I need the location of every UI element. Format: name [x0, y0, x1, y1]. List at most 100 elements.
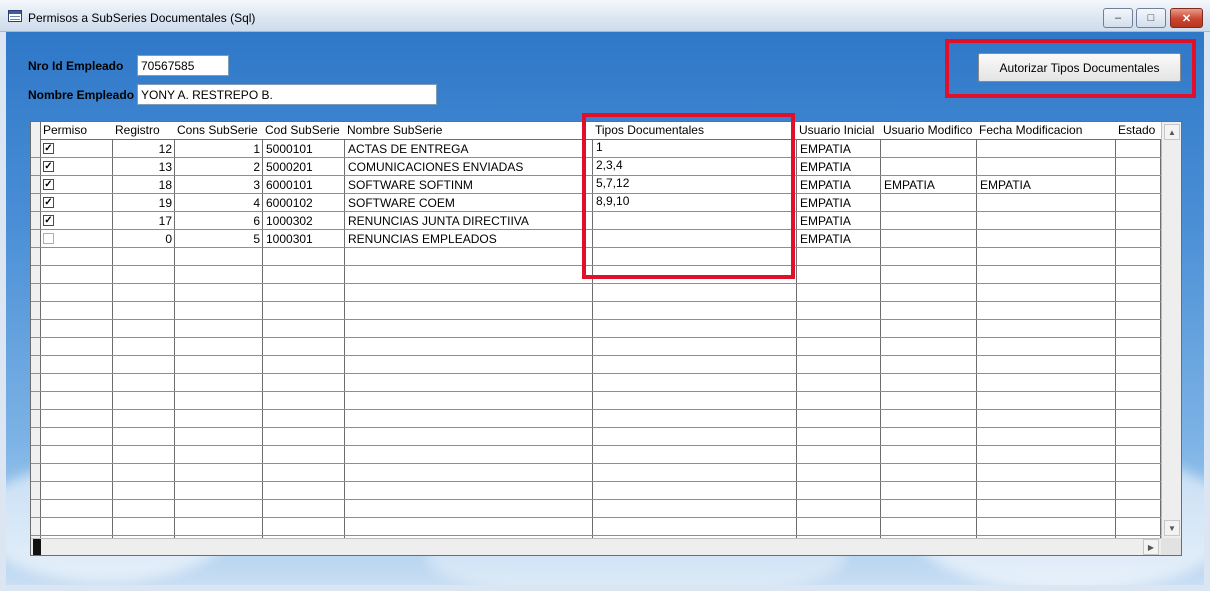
permiso-checkbox[interactable]: ✓	[43, 215, 54, 226]
scrollbar-corner	[1161, 538, 1181, 555]
table-cell-cons[interactable]: 1	[175, 140, 263, 158]
authorize-document-types-button[interactable]: Autorizar Tipos Documentales	[978, 53, 1181, 82]
horizontal-scrollbar[interactable]: ▶	[31, 538, 1161, 555]
table-cell-registro[interactable]: 12	[113, 140, 175, 158]
table-row[interactable]	[31, 248, 1161, 266]
scroll-down-icon[interactable]: ▼	[1164, 520, 1180, 536]
table-cell-tipos[interactable]: 5,7,12	[593, 176, 797, 194]
table-cell-registro[interactable]: 18	[113, 176, 175, 194]
table-cell-tipos[interactable]	[593, 230, 797, 248]
column-header[interactable]: Permiso	[41, 122, 113, 140]
column-header[interactable]: Cons SubSerie	[175, 122, 263, 140]
subseries-grid[interactable]: Permiso Registro Cons SubSerie Cod SubSerie…	[30, 121, 1182, 556]
permiso-checkbox[interactable]: ✓	[43, 197, 54, 208]
table-row[interactable]	[31, 428, 1161, 446]
table-cell-nombre[interactable]: SOFTWARE COEM	[345, 194, 593, 212]
table-row[interactable]	[31, 356, 1161, 374]
scroll-right-icon[interactable]: ▶	[1143, 539, 1159, 555]
table-cell-cons[interactable]: 4	[175, 194, 263, 212]
table-cell-usuario-inicial[interactable]: EMPATIA	[797, 140, 881, 158]
table-cell-tipos[interactable]: 8,9,10	[593, 194, 797, 212]
table-row[interactable]	[31, 518, 1161, 536]
permiso-checkbox[interactable]: ✓	[43, 161, 54, 172]
table-cell-usuario-modifico[interactable]: EMPATIA	[881, 176, 977, 194]
permiso-checkbox[interactable]	[43, 233, 54, 244]
column-header[interactable]: Registro	[113, 122, 175, 140]
table-cell-usuario-modifico[interactable]	[881, 140, 977, 158]
table-row[interactable]	[31, 482, 1161, 500]
table-cell-usuario-modifico[interactable]	[881, 158, 977, 176]
table-row[interactable]	[31, 392, 1161, 410]
table-cell-cons[interactable]: 3	[175, 176, 263, 194]
table-cell-cod[interactable]: 5000201	[263, 158, 345, 176]
table-cell-nombre[interactable]: RENUNCIAS EMPLEADOS	[345, 230, 593, 248]
table-row[interactable]	[31, 410, 1161, 428]
table-cell-tipos[interactable]: 2,3,4	[593, 158, 797, 176]
table-row[interactable]	[31, 374, 1161, 392]
table-cell-fecha[interactable]: EMPATIA	[977, 176, 1116, 194]
table-cell-usuario-modifico[interactable]	[881, 212, 977, 230]
table-cell-nombre[interactable]: ACTAS DE ENTREGA	[345, 140, 593, 158]
column-header[interactable]: Nombre SubSerie	[345, 122, 593, 140]
table-cell-usuario-inicial[interactable]: EMPATIA	[797, 194, 881, 212]
table-cell-cons[interactable]: 2	[175, 158, 263, 176]
table-row[interactable]	[31, 284, 1161, 302]
table-cell-registro[interactable]: 17	[113, 212, 175, 230]
table-cell-cod[interactable]: 1000302	[263, 212, 345, 230]
table-cell-cod[interactable]: 6000102	[263, 194, 345, 212]
scroll-up-icon[interactable]: ▲	[1164, 124, 1180, 140]
employee-name-label: Nombre Empleado	[28, 88, 135, 102]
table-cell-tipos[interactable]	[593, 212, 797, 230]
table-cell-usuario-inicial[interactable]: EMPATIA	[797, 176, 881, 194]
table-cell-registro[interactable]: 19	[113, 194, 175, 212]
minimize-button[interactable]: –	[1103, 8, 1133, 28]
table-cell-fecha[interactable]	[977, 230, 1116, 248]
table-cell-cod[interactable]: 1000301	[263, 230, 345, 248]
table-cell-usuario-modifico[interactable]	[881, 230, 977, 248]
table-cell-tipos[interactable]: 1	[593, 140, 797, 158]
id-employee-field[interactable]: 70567585	[137, 55, 229, 76]
table-cell-registro[interactable]: 13	[113, 158, 175, 176]
table-row[interactable]	[31, 338, 1161, 356]
column-header[interactable]: Usuario Modifico	[881, 122, 977, 140]
table-cell-cons[interactable]: 5	[175, 230, 263, 248]
table-cell-usuario-inicial[interactable]: EMPATIA	[797, 158, 881, 176]
table-cell-fecha[interactable]	[977, 194, 1116, 212]
table-cell-nombre[interactable]: SOFTWARE SOFTINM	[345, 176, 593, 194]
scroll-left-icon[interactable]	[33, 539, 41, 555]
close-icon: ✕	[1181, 12, 1192, 25]
table-row[interactable]	[31, 500, 1161, 518]
maximize-button[interactable]: □	[1136, 8, 1166, 28]
vertical-scrollbar[interactable]: ▲ ▼	[1161, 122, 1181, 538]
close-button[interactable]: ✕	[1170, 8, 1203, 28]
table-row[interactable]	[31, 446, 1161, 464]
window-title: Permisos a SubSeries Documentales (Sql)	[28, 11, 256, 25]
minimize-icon: –	[1114, 12, 1122, 24]
permiso-checkbox[interactable]: ✓	[43, 143, 54, 154]
table-row[interactable]	[31, 320, 1161, 338]
table-icon	[8, 10, 22, 22]
table-cell-fecha[interactable]	[977, 158, 1116, 176]
table-cell-usuario-inicial[interactable]: EMPATIA	[797, 212, 881, 230]
table-cell-usuario-inicial[interactable]: EMPATIA	[797, 230, 881, 248]
permiso-checkbox[interactable]: ✓	[43, 179, 54, 190]
table-cell-cod[interactable]: 6000101	[263, 176, 345, 194]
table-cell-cons[interactable]: 6	[175, 212, 263, 230]
table-cell-nombre[interactable]: RENUNCIAS JUNTA DIRECTIIVA	[345, 212, 593, 230]
table-row[interactable]	[31, 302, 1161, 320]
table-cell-cod[interactable]: 5000101	[263, 140, 345, 158]
column-header[interactable]: Cod SubSerie	[263, 122, 345, 140]
column-header[interactable]: Estado	[1116, 122, 1161, 140]
table-cell-fecha[interactable]	[977, 212, 1116, 230]
table-cell-usuario-modifico[interactable]	[881, 194, 977, 212]
maximize-icon: □	[1147, 12, 1155, 24]
table-row[interactable]	[31, 266, 1161, 284]
table-cell-registro[interactable]: 0	[113, 230, 175, 248]
table-cell-nombre[interactable]: COMUNICACIONES ENVIADAS	[345, 158, 593, 176]
employee-name-field[interactable]: YONY A. RESTREPO B.	[137, 84, 437, 105]
table-row[interactable]	[31, 464, 1161, 482]
column-header[interactable]: Usuario Inicial	[797, 122, 881, 140]
table-cell-fecha[interactable]	[977, 140, 1116, 158]
column-header[interactable]: Fecha Modificacion	[977, 122, 1116, 140]
column-header[interactable]: Tipos Documentales	[593, 122, 797, 140]
